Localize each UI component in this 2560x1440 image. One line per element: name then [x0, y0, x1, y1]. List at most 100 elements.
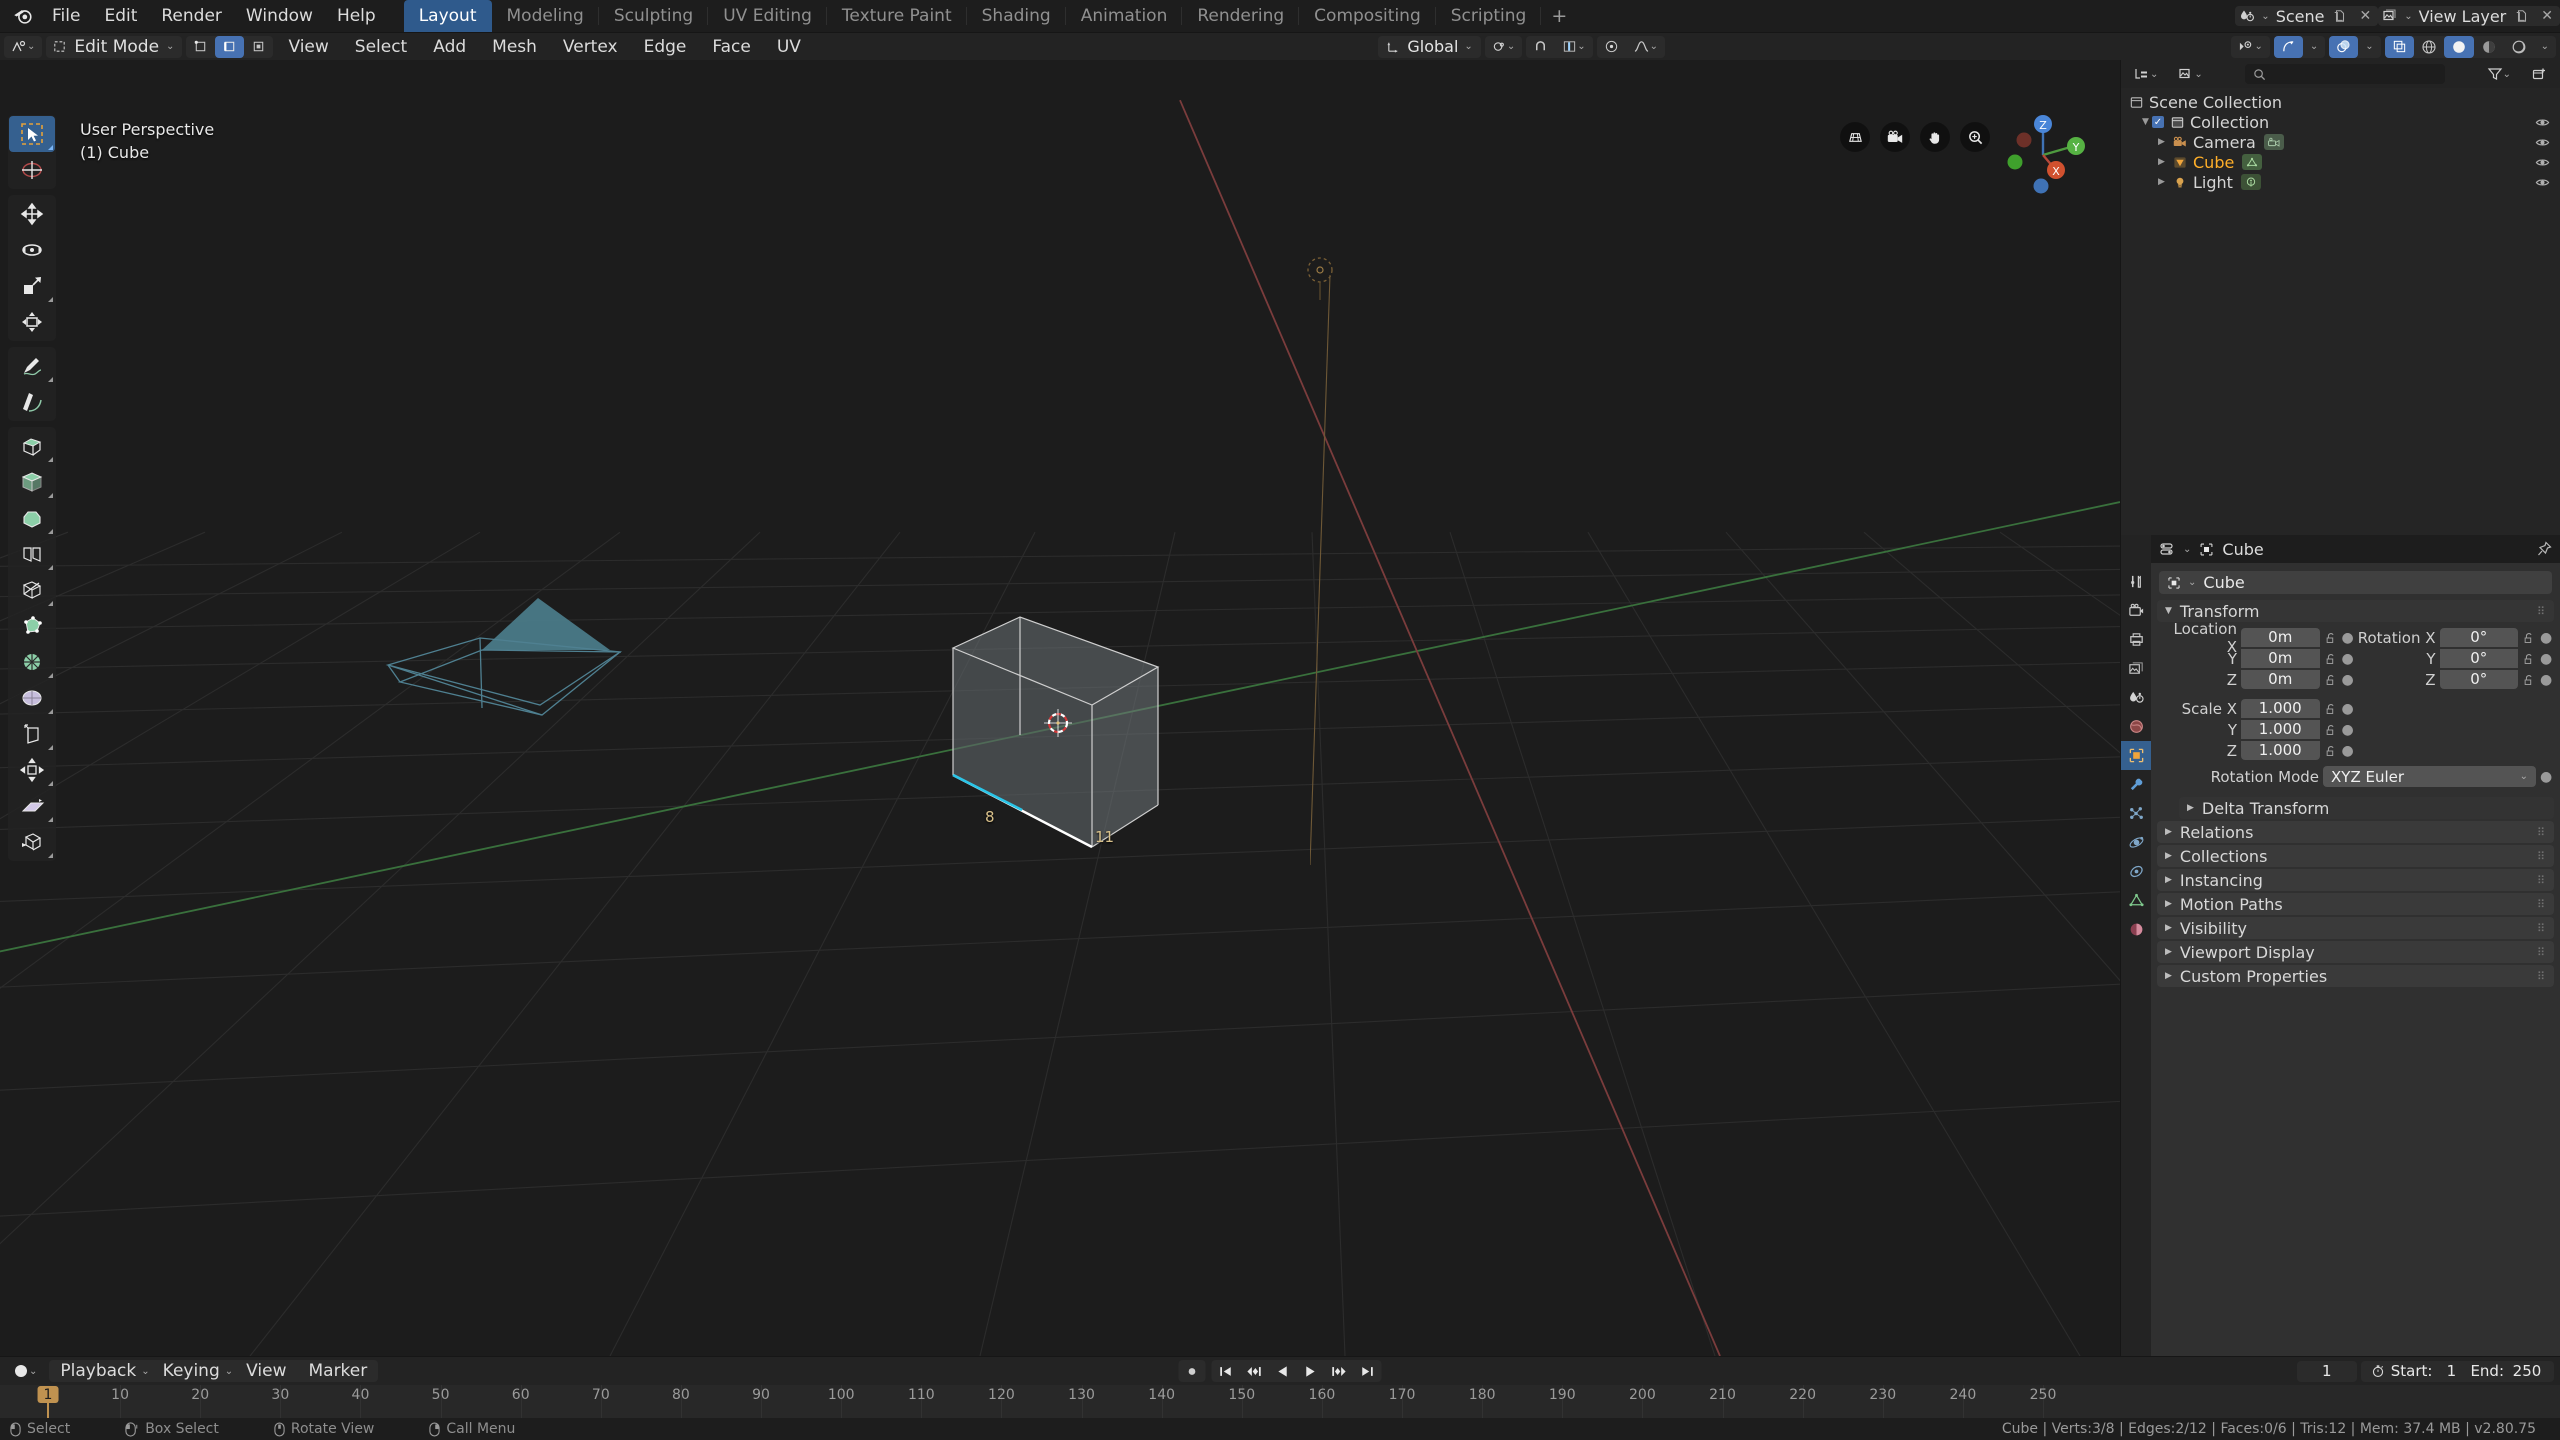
constraint-properties-tab[interactable]	[2121, 857, 2151, 886]
timeline-menu-view[interactable]: View	[235, 1360, 297, 1382]
falloff-curve-icon[interactable]: ⌄	[1626, 36, 1665, 58]
axis-navigation-gizmo[interactable]: Z Y X	[1988, 100, 2098, 210]
object-properties-tab[interactable]	[2121, 741, 2151, 770]
spin-icon[interactable]	[9, 644, 55, 680]
new-view-layer-icon[interactable]	[2512, 9, 2532, 23]
ortho-persp-toggle-icon[interactable]	[1840, 122, 1870, 152]
view-layer-properties-tab[interactable]	[2121, 654, 2151, 683]
scale-y-input[interactable]: 1.000	[2241, 720, 2320, 739]
pin-icon[interactable]	[2536, 541, 2552, 557]
panel-relations-header[interactable]: ▶ Relations ⠿	[2157, 821, 2554, 843]
edge-select-icon[interactable]	[215, 36, 244, 58]
viewport-menu-vertex[interactable]: Vertex	[552, 36, 629, 58]
start-frame-value[interactable]: 1	[2438, 1362, 2464, 1380]
panel-visibility-header[interactable]: ▶ Visibility ⠿	[2157, 917, 2554, 939]
disclosure-triangle-icon[interactable]: ▼	[2139, 117, 2152, 127]
tab-modeling[interactable]: Modeling	[492, 0, 599, 32]
rip-region-icon[interactable]	[9, 824, 55, 860]
tab-uv-editing[interactable]: UV Editing	[708, 0, 827, 32]
bevel-icon[interactable]	[9, 500, 55, 536]
location-z-input[interactable]: 0m	[2241, 670, 2320, 689]
auto-keying-record-icon[interactable]	[1179, 1360, 1206, 1382]
visibility-eye-icon[interactable]	[2535, 115, 2550, 130]
lock-icon[interactable]	[2324, 674, 2338, 686]
rendered-shading-icon[interactable]	[2504, 36, 2534, 58]
tweak-select-box-icon[interactable]	[9, 116, 55, 152]
tab-sculpting[interactable]: Sculpting	[599, 0, 708, 32]
pan-view-icon[interactable]	[1920, 122, 1950, 152]
output-properties-tab[interactable]	[2121, 625, 2151, 654]
visibility-eye-icon[interactable]	[2535, 135, 2550, 150]
menu-file[interactable]: File	[40, 3, 92, 29]
move-icon[interactable]	[9, 196, 55, 232]
panel-custom-properties-header[interactable]: ▶ Custom Properties ⠿	[2157, 965, 2554, 987]
viewport-menu-uv[interactable]: UV	[766, 36, 812, 58]
outliner-row-light[interactable]: ▶ Light	[2121, 172, 2560, 192]
solid-shading-icon[interactable]	[2444, 36, 2474, 58]
tool-properties-tab[interactable]	[2121, 567, 2151, 596]
lock-icon[interactable]	[2522, 653, 2536, 665]
snap-target-selector[interactable]: ⌄	[1555, 36, 1592, 58]
outliner-row-collection[interactable]: ▼ ✓ Collection	[2121, 112, 2560, 132]
poly-build-icon[interactable]	[9, 608, 55, 644]
jump-to-start-icon[interactable]	[1212, 1360, 1240, 1382]
inset-faces-icon[interactable]	[9, 464, 55, 500]
new-scene-icon[interactable]	[2330, 9, 2350, 23]
outliner-search-input[interactable]	[2245, 64, 2445, 84]
viewport-menu-select[interactable]: Select	[344, 36, 418, 58]
scale-icon[interactable]	[9, 268, 55, 304]
play-icon[interactable]	[1297, 1360, 1324, 1382]
new-collection-icon[interactable]	[2524, 63, 2554, 85]
timeline-menu-keying[interactable]: Keying	[152, 1360, 231, 1382]
lock-icon[interactable]	[2324, 632, 2338, 644]
mesh-datablock-icon[interactable]	[2242, 154, 2262, 170]
shrink-fatten-icon[interactable]	[9, 752, 55, 788]
playhead-frame-indicator[interactable]: 1	[38, 1386, 59, 1403]
panel-drag-handle[interactable]: ⠿	[2537, 922, 2546, 935]
outliner-row-scene-collection[interactable]: Scene Collection	[2121, 92, 2560, 112]
panel-drag-handle[interactable]: ⠿	[2537, 970, 2546, 983]
material-preview-icon[interactable]	[2474, 36, 2504, 58]
location-x-input[interactable]: 0m	[2241, 628, 2320, 647]
outliner-row-camera[interactable]: ▶ Camera	[2121, 132, 2560, 152]
gizmo-options-dropdown[interactable]: ⌄	[2303, 36, 2325, 58]
menu-render[interactable]: Render	[149, 3, 234, 29]
cube-object[interactable]	[940, 605, 1180, 855]
tab-texture-paint[interactable]: Texture Paint	[827, 0, 967, 32]
camera-view-icon[interactable]	[1880, 122, 1910, 152]
view-layer-selector[interactable]: ⌄ View Layer ✕	[2378, 6, 2560, 26]
physics-properties-tab[interactable]	[2121, 828, 2151, 857]
add-workspace-button[interactable]: +	[1541, 0, 1577, 32]
blender-logo-icon[interactable]	[6, 0, 40, 32]
editor-type-icon[interactable]: ⌄	[4, 36, 42, 58]
editor-type-selector[interactable]: ⌄	[4, 36, 42, 58]
transform-orientation-selector[interactable]: Global ⌄	[1378, 36, 1480, 58]
playhead-line[interactable]	[47, 1403, 49, 1418]
lock-icon[interactable]	[2324, 745, 2338, 757]
menu-window[interactable]: Window	[234, 3, 325, 29]
animate-property-dot[interactable]: ●	[2342, 722, 2354, 738]
scene-selector[interactable]: ⌄ Scene ✕	[2235, 6, 2378, 26]
transform-icon[interactable]	[9, 304, 55, 340]
data-properties-tab[interactable]	[2121, 886, 2151, 915]
disclosure-triangle-icon[interactable]: ▶	[2155, 177, 2168, 187]
face-select-icon[interactable]	[244, 36, 273, 58]
animate-property-dot[interactable]: ●	[2342, 651, 2354, 667]
edge-slide-icon[interactable]	[9, 716, 55, 752]
collection-checkbox[interactable]: ✓	[2152, 116, 2164, 128]
panel-drag-handle[interactable]: ⠿	[2537, 850, 2546, 863]
panel-delta-transform-header[interactable]: ▶ Delta Transform	[2179, 797, 2554, 819]
visibility-eye-icon[interactable]	[2535, 155, 2550, 170]
animate-property-dot[interactable]: ●	[2342, 672, 2354, 688]
animate-property-dot[interactable]: ●	[2540, 651, 2552, 667]
3d-viewport[interactable]: 8 11 User Perspective (1) Cube	[0, 60, 2120, 1356]
shear-icon[interactable]	[9, 788, 55, 824]
gizmo-icon[interactable]	[2274, 36, 2303, 58]
pivot-point-icon[interactable]: ⌄	[1485, 36, 1522, 58]
object-types-visibility-icon[interactable]: ⌄	[2231, 36, 2269, 58]
remove-view-layer-icon[interactable]: ✕	[2538, 8, 2556, 24]
mode-selector[interactable]: Edit Mode ⌄	[46, 36, 182, 58]
cursor-icon[interactable]	[9, 152, 55, 188]
animate-property-dot[interactable]: ●	[2540, 672, 2552, 688]
scene-properties-tab[interactable]	[2121, 683, 2151, 712]
